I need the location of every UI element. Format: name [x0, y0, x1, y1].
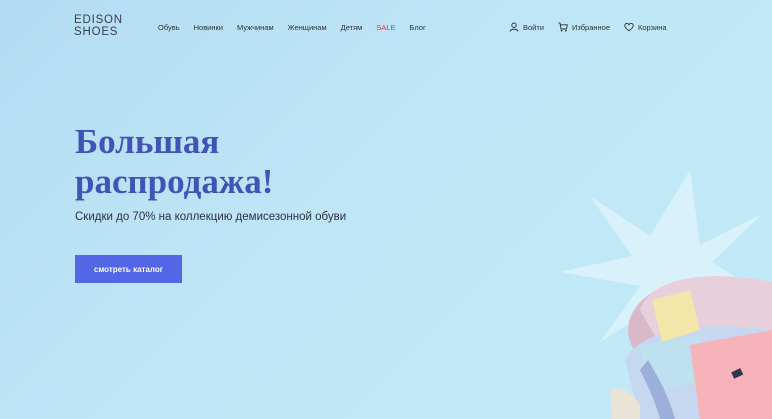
nav-item-kids[interactable]: Детям — [341, 23, 363, 32]
main-nav: Обувь Новинки Мужчинам Женщинам Детям SA… — [158, 23, 440, 32]
cart-icon — [558, 22, 568, 32]
brand-logo[interactable]: EDISON SHOES — [74, 14, 123, 38]
user-icon — [509, 22, 519, 32]
nav-item-men[interactable]: Мужчинам — [237, 23, 274, 32]
login-link[interactable]: Войти — [509, 22, 544, 32]
favorites-link[interactable]: Избранное — [558, 22, 610, 32]
site-header: EDISON SHOES Обувь Новинки Мужчинам Женщ… — [0, 0, 772, 56]
nav-item-blog[interactable]: Блог — [409, 23, 425, 32]
nav-item-sale[interactable]: SALE — [376, 23, 395, 32]
brand-logo-line1: EDISON — [74, 14, 123, 26]
brand-logo-line2: SHOES — [74, 26, 119, 38]
hero-title-line1: Большая — [75, 122, 220, 161]
hero-title-line2: распродажа! — [75, 162, 274, 201]
nav-item-new[interactable]: Новинки — [194, 23, 223, 32]
hero-subtitle: Скидки до 70% на коллекцию демисезонной … — [75, 211, 347, 223]
cart-link[interactable]: Корзина — [624, 22, 667, 32]
hero-background — [560, 170, 772, 419]
login-label: Войти — [523, 22, 544, 32]
hero-title: Большая распродажа! — [75, 122, 375, 202]
nav-item-shoes[interactable]: Обувь — [158, 23, 180, 32]
cart-label: Корзина — [638, 22, 667, 32]
heart-icon — [624, 23, 634, 32]
nav-item-women[interactable]: Женщинам — [288, 23, 327, 32]
view-catalog-button[interactable]: смотреть каталог — [75, 255, 182, 283]
favorites-label: Избранное — [572, 22, 611, 32]
user-nav: Войти Избранное Корзина — [509, 22, 681, 32]
